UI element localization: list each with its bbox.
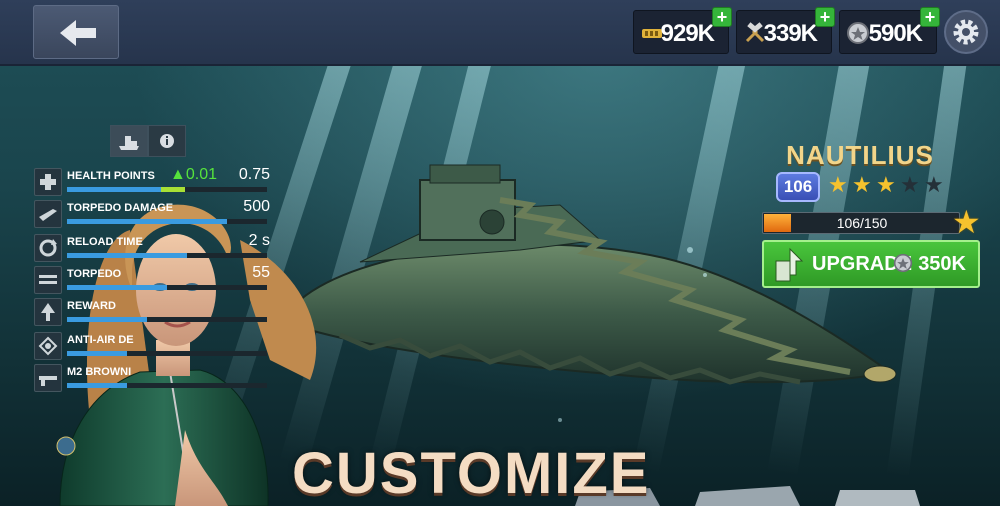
upgrade-arrow-icon [775,247,804,282]
silver-coin-icon [847,22,869,44]
xp-text: 106/150 [836,215,888,231]
stat-bar-fill [67,219,227,224]
top-bar: 929K + 339K + 590K + [0,0,1000,66]
stat-bar [67,351,267,356]
level-badge: 106 [776,172,820,202]
upgrade-cost: 350K [893,253,966,276]
stat-label: TORPEDO DAMAGE [67,202,174,214]
resource-ammo[interactable]: 929K + [633,7,732,54]
info-icon [160,134,174,148]
stat-bar-fill [67,317,147,322]
stat-bar-fill [67,351,127,356]
tab-info[interactable] [148,125,186,157]
stat-value: 2 s [248,232,270,249]
star-icon: ★ [924,172,944,197]
stat-label: REWARD [67,300,116,312]
add-ammo-button[interactable]: + [712,7,732,27]
stat-bar-fill [67,253,187,258]
add-silver-button[interactable]: + [920,7,940,27]
stats-tabs [110,125,186,157]
stat-bar [67,219,267,224]
health-cross-icon [34,168,62,196]
customize-banner: CUSTOMIZE [292,441,651,506]
add-tools-button[interactable]: + [815,7,835,27]
reload-icon [34,234,62,262]
anti-air-icon [34,332,62,360]
tools-value: 339K [763,20,818,47]
stat-bar-fill [67,285,167,290]
upgrade-button[interactable]: UPGRADE 350K [762,240,980,288]
machine-gun-icon [34,364,62,392]
stat-torpedo-damage: TORPEDO DAMAGE 500 [34,198,270,228]
stat-bar [67,253,267,258]
xp-progress-bar: 106/150 [762,212,960,234]
star-icon: ★ [952,204,981,240]
ammo-value: 929K [660,20,715,47]
stat-label: RELOAD TIME [67,236,143,248]
stat-torpedo: TORPEDO 55 [34,264,270,294]
stat-bonus-delta: ▲0.01 [170,166,217,183]
stat-value: 0.75 [238,166,270,183]
torpedo-launcher-icon [34,266,62,294]
settings-button[interactable] [944,10,988,54]
stat-label: HEALTH POINTS [67,170,155,182]
stat-bar-bonus [161,187,185,192]
arrow-up-icon: ▲ [170,166,186,183]
star-icon: ★ [876,172,896,197]
tab-ship-stats[interactable] [110,125,148,157]
stat-reward: REWARD [34,298,270,326]
gear-icon [953,19,979,45]
star-rating: ★ ★ ★ ★ ★ [828,174,948,198]
stat-health-points: HEALTH POINTS ▲0.01 0.75 [34,166,270,196]
stat-value: 55 [252,264,270,281]
ship-icon [119,136,139,150]
stat-label: TORPEDO [67,268,122,280]
stat-bar [67,317,267,322]
stat-value: 500 [243,198,270,215]
stat-label: M2 BROWNI [67,366,132,378]
star-icon: ★ [828,172,848,197]
resource-silver[interactable]: 590K + [839,7,940,54]
ship-name: NAUTILIUS [786,140,934,170]
stat-m2-browning: M2 BROWNI [34,364,270,392]
resource-tools[interactable]: 339K + [736,7,835,54]
stat-reload-time: RELOAD TIME 2 s [34,232,270,262]
star-icon: ★ [900,172,920,197]
stat-bar-fill [67,383,127,388]
back-button[interactable] [33,5,119,59]
torpedo-icon [34,200,62,228]
stat-anti-air: ANTI-AIR DE [34,332,270,360]
silver-coin-icon [893,253,912,273]
stat-bar [67,187,267,192]
stat-bar [67,285,267,290]
reward-icon [34,298,62,326]
stat-label: ANTI-AIR DE [67,334,134,346]
stat-bar-fill [67,187,161,192]
silver-value: 590K [868,20,923,47]
star-icon: ★ [852,172,872,197]
arrow-left-icon [60,20,96,46]
stat-bar [67,383,267,388]
